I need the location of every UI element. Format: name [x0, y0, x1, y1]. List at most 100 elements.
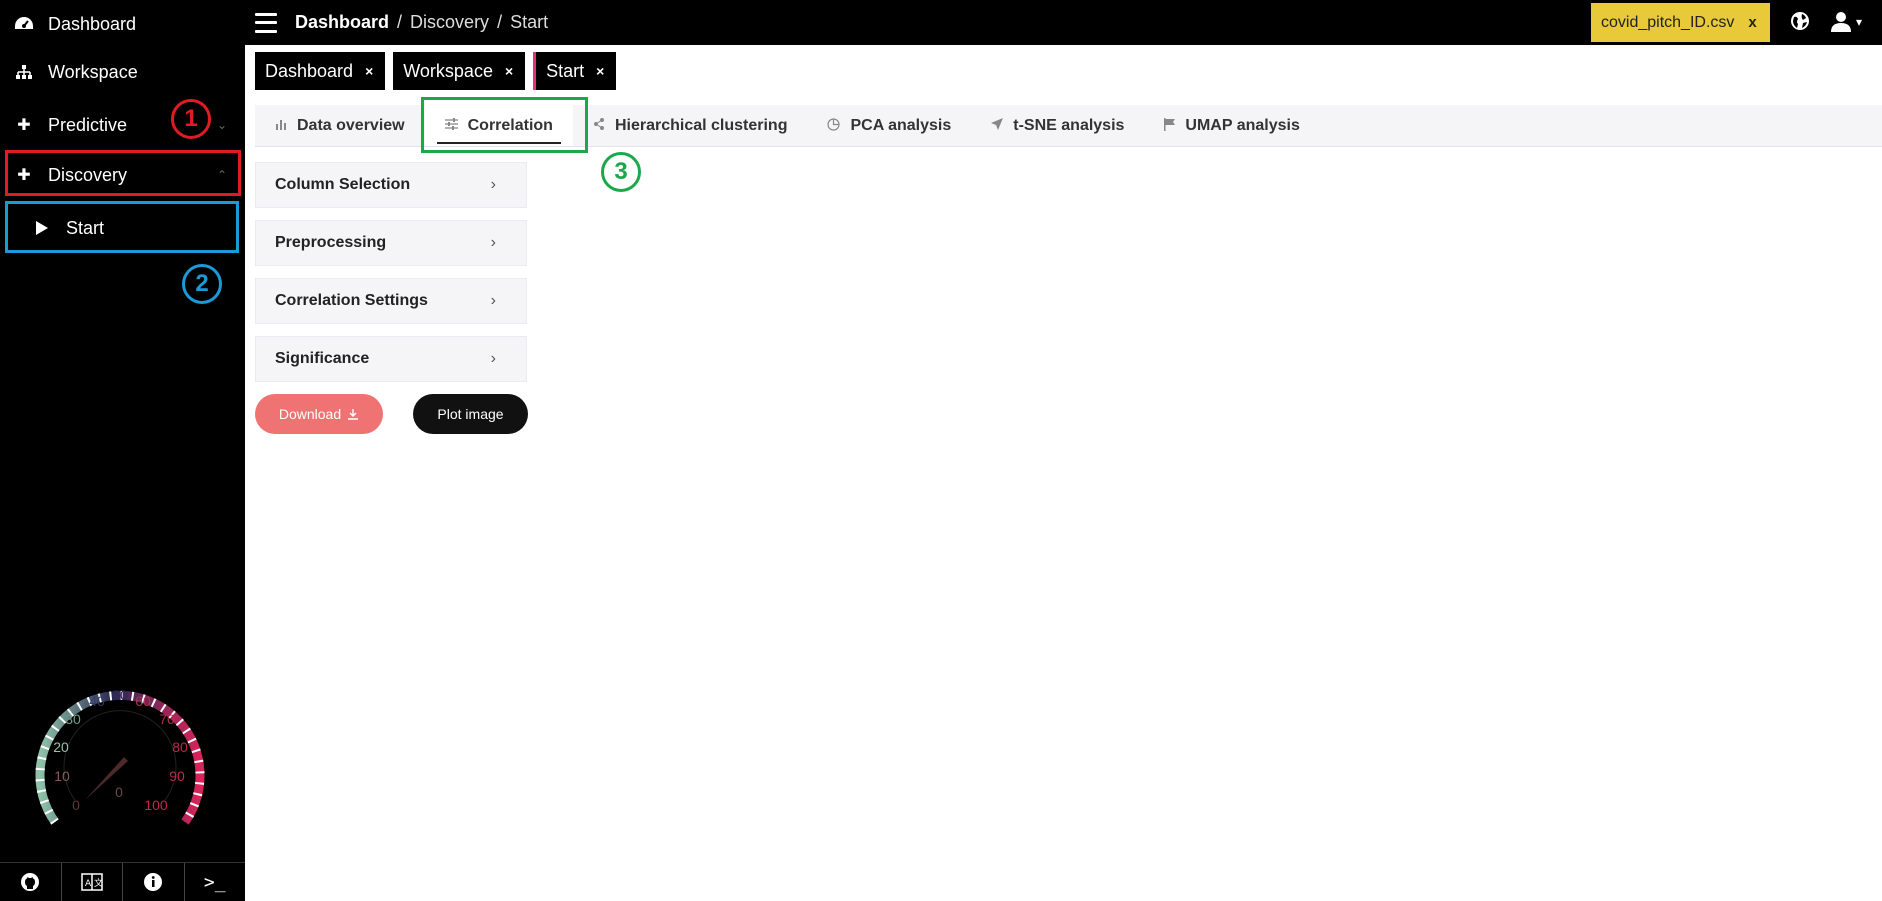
breadcrumb-separator: / — [397, 12, 403, 32]
download-label: Download — [278, 406, 342, 422]
panel-preprocessing[interactable]: Preprocessing › — [255, 220, 527, 266]
translate-button[interactable]: A文 — [62, 863, 123, 901]
panel-item-label: Column Selection — [275, 176, 411, 193]
user-icon — [1831, 12, 1851, 32]
hamburger-menu-icon[interactable] — [255, 12, 277, 33]
sidebar-item-label: Predictive — [48, 114, 128, 135]
close-tab-icon[interactable]: × — [505, 63, 513, 79]
plus-icon: ✚ — [17, 167, 31, 184]
page-tabs: Dashboard × Workspace × Start × — [255, 52, 617, 90]
page-tab-label: Start — [546, 60, 585, 81]
breadcrumb-start: Start — [510, 12, 549, 32]
tab-data-overview[interactable]: Data overview — [255, 105, 425, 146]
github-icon — [21, 873, 40, 891]
terminal-icon: >_ — [203, 871, 226, 893]
gauge-tick: 20 — [53, 739, 69, 755]
tab-label: Hierarchical clustering — [614, 116, 788, 134]
panel-item-label: Significance — [275, 350, 370, 367]
terminal-button[interactable]: >_ — [185, 863, 246, 901]
play-icon — [32, 218, 52, 238]
gauge-tick: 100 — [144, 797, 168, 813]
breadcrumb-discovery[interactable]: Discovery — [410, 12, 489, 33]
translate-icon: A文 — [81, 873, 103, 891]
tab-hierarchical-clustering[interactable]: Hierarchical clustering — [573, 105, 808, 146]
gauge-tick: 30 — [65, 711, 81, 727]
gauge-tick: 40 — [89, 693, 105, 709]
globe-icon[interactable] — [1790, 11, 1810, 31]
annotation-number-3: 3 — [601, 152, 641, 192]
breadcrumb-dashboard[interactable]: Dashboard — [295, 12, 389, 33]
sidebar-item-discovery[interactable]: ✚ Discovery ⌃ — [0, 151, 245, 199]
panel-correlation-settings[interactable]: Correlation Settings › — [255, 278, 527, 324]
plus-icon: ✚ — [17, 117, 31, 134]
user-menu[interactable]: ▾ — [1830, 10, 1866, 34]
svg-text:A: A — [85, 879, 92, 889]
close-tab-icon[interactable]: × — [596, 63, 604, 79]
github-button[interactable] — [0, 863, 62, 901]
download-button[interactable]: Download — [255, 394, 383, 434]
gauge-tick: 80 — [172, 739, 188, 755]
breadcrumb: Dashboard / Discovery / Start — [295, 12, 548, 33]
sidebar-item-label: Workspace — [48, 61, 138, 82]
tab-label: Correlation — [467, 116, 553, 134]
chevron-right-icon: › — [490, 176, 496, 193]
panel-column-selection[interactable]: Column Selection › — [255, 162, 527, 208]
gauge-tick: 0 — [72, 797, 80, 813]
sliders-icon — [444, 118, 458, 133]
sidebar-item-label: Start — [66, 217, 105, 238]
gauge-tick: 50 — [112, 687, 128, 703]
close-tab-icon[interactable]: × — [365, 63, 373, 79]
close-file-icon[interactable]: x — [1748, 14, 1756, 31]
gauge-tick: 10 — [54, 768, 70, 784]
tab-label: t-SNE analysis — [1013, 116, 1125, 134]
dashboard-icon — [14, 14, 34, 34]
plot-image-button[interactable]: Plot image — [413, 394, 528, 434]
svg-text:文: 文 — [94, 877, 103, 889]
gauge-tick: 60 — [135, 693, 151, 709]
panel-significance[interactable]: Significance › — [255, 336, 527, 382]
chevron-right-icon: › — [490, 292, 496, 309]
sidebar-item-dashboard[interactable]: Dashboard — [0, 0, 245, 48]
chevron-right-icon: › — [490, 234, 496, 251]
tab-correlation[interactable]: Correlation — [424, 105, 573, 146]
info-button[interactable] — [123, 863, 185, 901]
tab-label: PCA analysis — [850, 116, 952, 134]
sidebar: Dashboard Workspace ✚ Predictive ⌄ ✚ Dis… — [0, 0, 245, 901]
panel-item-label: Preprocessing — [275, 234, 387, 251]
tab-tsne-analysis[interactable]: t-SNE analysis — [971, 105, 1144, 146]
active-file-chip[interactable]: covid_pitch_ID.csv x — [1591, 3, 1770, 42]
sidebar-bottom-bar: A文 >_ — [0, 862, 245, 901]
gauge-tick: 70 — [159, 711, 175, 727]
sidebar-item-label: Dashboard — [48, 13, 137, 34]
tab-label: UMAP analysis — [1185, 116, 1300, 134]
page-tab-label: Workspace — [403, 60, 493, 81]
sidebar-item-label: Discovery — [48, 164, 128, 185]
paper-plane-icon — [991, 118, 1004, 133]
page-tab-dashboard[interactable]: Dashboard × — [255, 52, 386, 90]
panel-item-label: Correlation Settings — [275, 292, 428, 309]
chevron-right-icon: › — [490, 350, 496, 367]
breadcrumb-separator: / — [497, 12, 503, 32]
tab-umap-analysis[interactable]: UMAP analysis — [1144, 105, 1319, 146]
gauge-tick: 90 — [169, 768, 185, 784]
gauge-value: 0 — [115, 784, 123, 800]
sidebar-item-workspace[interactable]: Workspace — [0, 48, 245, 96]
pie-icon — [827, 117, 841, 134]
tab-pca-analysis[interactable]: PCA analysis — [807, 105, 971, 146]
sidebar-item-start[interactable]: Start — [0, 204, 245, 252]
bar-chart-icon — [275, 118, 287, 133]
page-tab-start[interactable]: Start × — [533, 52, 617, 90]
share-icon — [593, 118, 605, 133]
chevron-up-icon: ⌃ — [216, 168, 227, 182]
annotation-number-1: 1 — [171, 99, 211, 139]
info-icon — [144, 873, 163, 891]
chevron-down-icon: ▾ — [1856, 15, 1863, 29]
annotation-number-2: 2 — [182, 264, 222, 304]
page-tab-workspace[interactable]: Workspace × — [393, 52, 526, 90]
tab-label: Data overview — [297, 116, 405, 134]
chevron-down-icon: ⌄ — [216, 118, 227, 132]
sitemap-icon — [14, 62, 34, 82]
analysis-tabs: Data overview Correlation Hierarchical c… — [255, 105, 1882, 147]
page-tab-label: Dashboard — [265, 60, 354, 81]
flag-icon — [1164, 117, 1176, 134]
